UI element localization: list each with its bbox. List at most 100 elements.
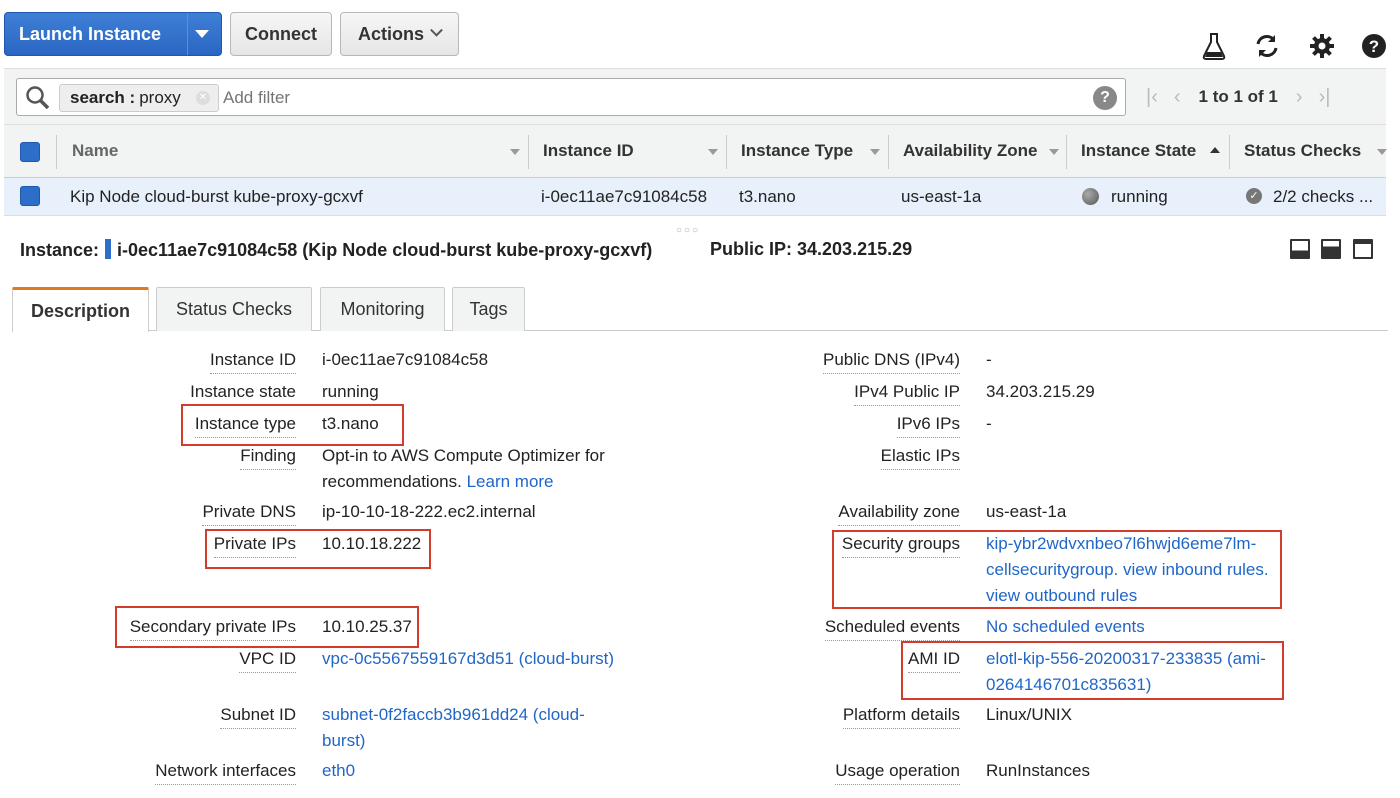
value-instance-state: running — [322, 382, 379, 401]
next-page-icon[interactable]: › — [1296, 86, 1303, 109]
pagination: |‹ ‹ 1 to 1 of 1 › ›| — [1138, 83, 1338, 111]
public-ip-header: Public IP: 34.203.215.29 — [710, 239, 913, 259]
tab-bar: Description Status Checks Monitoring Tag… — [12, 287, 1388, 332]
scheduled-events-link[interactable]: No scheduled events — [986, 614, 1145, 640]
filter-help-icon[interactable]: ? — [1093, 86, 1117, 110]
label-usage-operation: Usage operation — [835, 761, 960, 785]
row-checkbox[interactable] — [20, 186, 40, 206]
row-status-checks: 2/2 checks ... — [1273, 187, 1374, 206]
row-availability-zone: us-east-1a — [901, 187, 982, 206]
subnet-id-link[interactable]: subnet-0f2faccb3b961dd24 (cloud-burst) — [322, 702, 622, 754]
row-instance-state: running — [1111, 187, 1168, 206]
row-instance-id: i-0ec11ae7c91084c58 — [541, 187, 708, 206]
status-check-icon: ✓ — [1246, 188, 1262, 204]
highlight-box — [205, 529, 431, 569]
label-finding: Finding — [240, 446, 296, 470]
column-header-instance-type[interactable]: Instance Type — [741, 141, 853, 161]
state-indicator-icon — [1082, 188, 1099, 205]
network-interfaces-link[interactable]: eth0 — [322, 758, 355, 784]
actions-label: Actions — [357, 23, 424, 44]
instance-header-prefix: Instance: — [20, 240, 100, 260]
value-public-dns: - — [986, 350, 992, 369]
value-platform-details: Linux/UNIX — [986, 705, 1072, 724]
launch-dropdown-caret-icon[interactable] — [195, 30, 209, 38]
highlight-box — [832, 530, 1282, 609]
highlight-box — [181, 404, 404, 446]
table-header: Name Instance ID Instance Type Availabil… — [4, 124, 1387, 178]
label-instance-state: Instance state — [190, 382, 296, 406]
value-availability-zone: us-east-1a — [986, 502, 1067, 521]
column-divider — [1066, 135, 1067, 169]
gear-icon[interactable] — [1308, 32, 1336, 60]
filter-bar: search : proxy ✕ ? |‹ ‹ 1 to 1 of 1 › ›| — [4, 68, 1386, 124]
column-divider — [726, 135, 727, 169]
filter-token-key: search : — [70, 88, 136, 107]
value-ipv6-ips: - — [986, 414, 992, 433]
learn-more-link[interactable]: Learn more — [467, 472, 554, 491]
table-row[interactable]: Kip Node cloud-burst kube-proxy-gcxvf i-… — [4, 178, 1386, 216]
refresh-icon[interactable] — [1253, 32, 1281, 60]
column-divider — [56, 135, 57, 169]
label-vpc-id: VPC ID — [239, 649, 296, 673]
sort-caret-icon[interactable] — [708, 149, 718, 155]
add-filter-input[interactable] — [223, 88, 1063, 108]
column-header-status-checks[interactable]: Status Checks — [1244, 141, 1361, 161]
value-instance-id: i-0ec11ae7c91084c58 — [322, 350, 489, 369]
selection-marker — [105, 239, 112, 259]
value-finding: Opt-in to AWS Compute Optimizer for reco… — [322, 446, 605, 491]
sort-caret-icon[interactable] — [1377, 149, 1387, 155]
chevron-down-icon — [430, 23, 443, 37]
filter-token[interactable]: search : proxy ✕ — [59, 84, 219, 112]
tab-monitoring[interactable]: Monitoring — [320, 287, 445, 331]
column-header-instance-state[interactable]: Instance State — [1081, 141, 1196, 161]
filter-input-box[interactable]: search : proxy ✕ ? — [16, 78, 1126, 116]
label-private-dns: Private DNS — [202, 502, 296, 526]
first-page-icon[interactable]: |‹ — [1146, 86, 1158, 109]
highlight-box — [901, 641, 1284, 700]
sort-ascending-icon[interactable] — [1210, 147, 1220, 153]
column-header-instance-id[interactable]: Instance ID — [543, 141, 634, 161]
last-page-icon[interactable]: ›| — [1319, 86, 1331, 109]
search-icon — [25, 85, 51, 111]
layout-full-icon[interactable] — [1353, 239, 1373, 259]
sort-caret-icon[interactable] — [510, 149, 520, 155]
connect-button[interactable]: Connect — [230, 12, 332, 56]
sort-caret-icon[interactable] — [1049, 149, 1059, 155]
layout-bottom-icon[interactable] — [1290, 239, 1310, 259]
label-ipv4-public-ip: IPv4 Public IP — [854, 382, 960, 406]
instance-header-title: i-0ec11ae7c91084c58 (Kip Node cloud-burs… — [117, 240, 653, 260]
remove-token-icon[interactable]: ✕ — [196, 91, 210, 105]
value-usage-operation: RunInstances — [986, 761, 1090, 780]
split-divider — [187, 13, 188, 55]
actions-button[interactable]: Actions — [340, 12, 459, 56]
sort-caret-icon[interactable] — [870, 149, 880, 155]
launch-instance-label: Launch Instance — [19, 23, 162, 44]
tab-tags[interactable]: Tags — [452, 287, 525, 331]
column-header-name[interactable]: Name — [72, 141, 118, 161]
vpc-id-link[interactable]: vpc-0c5567559167d3d51 (cloud-burst) — [322, 646, 614, 672]
column-divider — [888, 135, 889, 169]
toolbar: Launch Instance Connect Actions ? — [0, 0, 1400, 68]
select-all-checkbox[interactable] — [20, 142, 40, 162]
tab-description[interactable]: Description — [12, 287, 149, 332]
column-divider — [528, 135, 529, 169]
row-instance-type: t3.nano — [739, 187, 796, 206]
label-scheduled-events: Scheduled events — [824, 617, 960, 641]
launch-instance-button[interactable]: Launch Instance — [4, 12, 222, 56]
label-availability-zone: Availability zone — [838, 502, 960, 526]
layout-half-icon[interactable] — [1321, 239, 1341, 259]
connect-label: Connect — [245, 23, 317, 44]
tab-status-checks[interactable]: Status Checks — [156, 287, 312, 331]
value-ipv4-public-ip: 34.203.215.29 — [986, 382, 1095, 401]
label-platform-details: Platform details — [842, 705, 960, 729]
column-header-availability-zone[interactable]: Availability Zone — [903, 141, 1037, 161]
flask-icon[interactable] — [1200, 32, 1228, 60]
svg-text:?: ? — [1369, 37, 1379, 56]
label-instance-id: Instance ID — [210, 350, 296, 374]
prev-page-icon[interactable]: ‹ — [1174, 86, 1181, 109]
help-icon[interactable]: ? — [1360, 32, 1388, 60]
pagination-text: 1 to 1 of 1 — [1198, 87, 1278, 106]
pane-resize-handle[interactable]: ○○○ — [676, 225, 700, 236]
value-private-dns: ip-10-10-18-222.ec2.internal — [322, 502, 536, 521]
column-divider — [1229, 135, 1230, 169]
